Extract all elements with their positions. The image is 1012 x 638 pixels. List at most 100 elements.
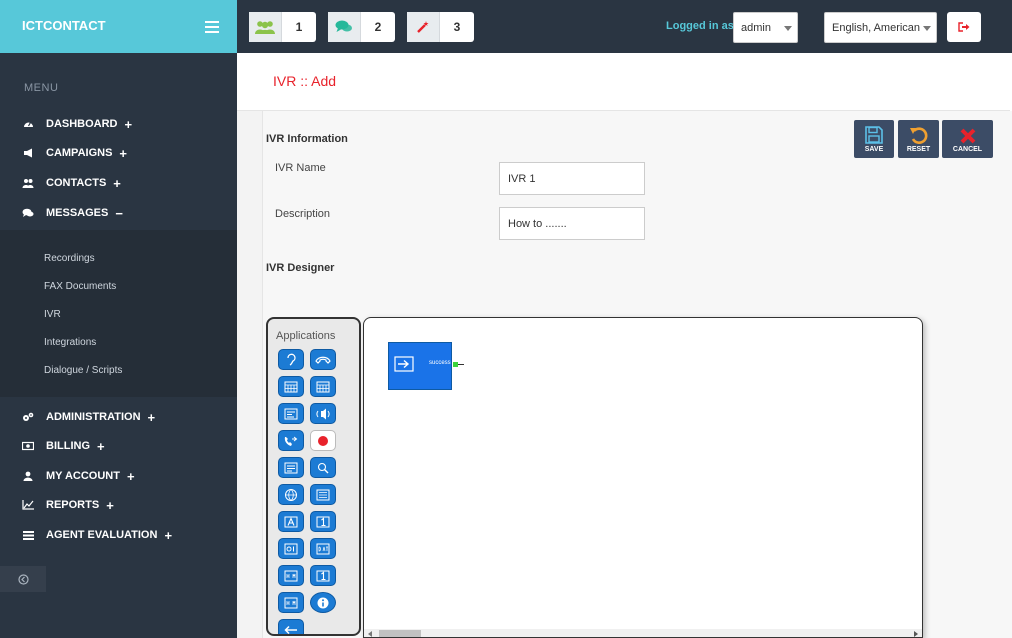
sidebar-item-my-account[interactable]: MY ACCOUNT + bbox=[22, 466, 135, 486]
logout-button[interactable] bbox=[947, 12, 981, 42]
sidebar-item-label: MESSAGES bbox=[46, 207, 109, 219]
undo-icon bbox=[909, 127, 927, 144]
sidebar-item-reports[interactable]: REPORTS + bbox=[22, 495, 114, 515]
language-select-value: English, American bbox=[832, 21, 921, 34]
canvas-horizontal-scrollbar[interactable] bbox=[364, 629, 922, 637]
back-arrow-icon[interactable] bbox=[278, 619, 304, 634]
ivr-name-input[interactable]: IVR 1 bbox=[499, 162, 645, 195]
speech-recognition-icon[interactable] bbox=[310, 457, 336, 478]
expand-icon[interactable]: + bbox=[148, 410, 156, 425]
hangup-icon[interactable] bbox=[310, 349, 336, 370]
cancel-button[interactable]: CANCEL bbox=[942, 120, 993, 158]
expand-icon[interactable]: + bbox=[119, 146, 127, 161]
circle-arrow-left-icon bbox=[17, 573, 29, 585]
top-bar: 1 2 3 Logged in as : admin English, Amer… bbox=[237, 0, 1012, 53]
page-title: IVR :: Add bbox=[273, 73, 337, 89]
calendar-grid-icon[interactable] bbox=[310, 376, 336, 397]
say-hours-icon[interactable] bbox=[278, 592, 304, 613]
expand-icon[interactable]: + bbox=[106, 498, 114, 513]
collapse-icon[interactable]: − bbox=[115, 206, 123, 221]
say-alpha-icon[interactable] bbox=[278, 511, 304, 532]
language-select[interactable]: English, American bbox=[824, 12, 937, 43]
submenu-item-dialogue-scripts[interactable]: Dialogue / Scripts bbox=[44, 365, 122, 376]
notification-count: 1 bbox=[295, 20, 303, 34]
submenu-item-recordings[interactable]: Recordings bbox=[44, 253, 95, 264]
sidebar-item-billing[interactable]: BILLING + bbox=[22, 436, 105, 456]
hamburger-menu-icon[interactable] bbox=[205, 21, 219, 33]
say-time-icon[interactable] bbox=[278, 565, 304, 586]
submenu-item-ivr[interactable]: IVR bbox=[44, 309, 61, 320]
sidebar: ICTCONTACT MENU DASHBOARD + CAMPAIGNS + … bbox=[0, 0, 237, 638]
brand-title[interactable]: ICTCONTACT bbox=[22, 18, 106, 33]
sidebar-item-contacts[interactable]: CONTACTS + bbox=[22, 173, 121, 193]
expand-icon[interactable]: + bbox=[127, 469, 135, 484]
chart-icon bbox=[22, 500, 34, 510]
sidebar-item-label: REPORTS bbox=[46, 499, 100, 511]
say-number-icon[interactable] bbox=[310, 511, 336, 532]
scroll-right-icon[interactable] bbox=[913, 631, 918, 637]
contacts-notification-button[interactable]: 1 bbox=[249, 12, 316, 42]
expand-icon[interactable]: + bbox=[164, 528, 172, 543]
applications-title: Applications bbox=[276, 330, 336, 342]
sidebar-item-label: MY ACCOUNT bbox=[46, 470, 120, 482]
playback-icon[interactable] bbox=[310, 403, 336, 424]
scroll-left-icon[interactable] bbox=[368, 631, 373, 637]
expand-icon[interactable]: + bbox=[113, 176, 121, 191]
record-icon[interactable] bbox=[310, 430, 336, 451]
section-title-ivr-designer: IVR Designer bbox=[266, 262, 335, 274]
chevron-down-icon bbox=[923, 26, 931, 31]
sidebar-item-agent-evaluation[interactable]: AGENT EVALUATION + bbox=[22, 525, 172, 545]
tasks-notification-button[interactable]: 3 bbox=[407, 12, 474, 42]
submenu-item-integrations[interactable]: Integrations bbox=[44, 337, 96, 348]
sidebar-item-label: DASHBOARD bbox=[46, 118, 118, 130]
hearing-icon[interactable] bbox=[278, 349, 304, 370]
users-icon bbox=[249, 12, 282, 42]
user-select-value: admin bbox=[741, 21, 771, 34]
sidebar-item-dashboard[interactable]: DASHBOARD + bbox=[22, 114, 132, 134]
applications-palette: Applications bbox=[266, 317, 361, 636]
section-title-ivr-information: IVR Information bbox=[266, 133, 348, 145]
text-block-icon[interactable] bbox=[278, 457, 304, 478]
say-digits-icon[interactable] bbox=[278, 538, 304, 559]
sidebar-item-label: BILLING bbox=[46, 440, 90, 452]
info-icon[interactable] bbox=[310, 592, 336, 613]
save-button[interactable]: SAVE bbox=[854, 120, 894, 158]
cogs-icon bbox=[22, 412, 34, 422]
expand-icon[interactable]: + bbox=[125, 117, 133, 132]
sidebar-item-administration[interactable]: ADMINISTRATION + bbox=[22, 407, 155, 427]
reset-label: RESET bbox=[906, 146, 931, 153]
say-date-icon[interactable] bbox=[310, 538, 336, 559]
save-label: SAVE bbox=[864, 146, 884, 153]
floppy-disk-icon bbox=[865, 126, 883, 144]
sidebar-item-campaigns[interactable]: CAMPAIGNS + bbox=[22, 143, 127, 163]
calendar-icon[interactable] bbox=[278, 376, 304, 397]
users-icon bbox=[22, 178, 34, 188]
user-select[interactable]: admin bbox=[733, 12, 798, 43]
sidebar-item-label: AGENT EVALUATION bbox=[46, 529, 158, 541]
description-input[interactable]: How to ....... bbox=[499, 207, 645, 240]
close-icon bbox=[960, 128, 975, 144]
call-forward-icon[interactable] bbox=[278, 430, 304, 451]
messages-notification-button[interactable]: 2 bbox=[328, 12, 395, 42]
expand-icon[interactable]: + bbox=[97, 439, 105, 454]
ivr-designer-canvas[interactable]: success bbox=[363, 317, 923, 638]
globe-icon[interactable] bbox=[278, 484, 304, 505]
list-icon bbox=[22, 530, 34, 540]
messages-submenu: Recordings FAX Documents IVR Integration… bbox=[0, 230, 237, 397]
description-label: Description bbox=[275, 208, 331, 220]
document-list-icon[interactable] bbox=[310, 484, 336, 505]
reset-button[interactable]: RESET bbox=[898, 120, 939, 158]
comments-icon bbox=[22, 208, 34, 218]
magic-wand-icon bbox=[407, 12, 440, 42]
collapse-sidebar-button[interactable] bbox=[0, 566, 46, 592]
say-counter-icon[interactable] bbox=[310, 565, 336, 586]
sidebar-item-messages[interactable]: MESSAGES − bbox=[22, 203, 123, 223]
menu-heading: MENU bbox=[24, 82, 59, 94]
ivr-start-node[interactable]: success bbox=[388, 342, 464, 390]
form-icon[interactable] bbox=[278, 403, 304, 424]
bullhorn-icon bbox=[22, 148, 34, 158]
submenu-item-fax-documents[interactable]: FAX Documents bbox=[44, 281, 116, 292]
entry-arrow-icon bbox=[394, 356, 414, 372]
scrollbar-thumb[interactable] bbox=[379, 630, 421, 637]
chevron-down-icon bbox=[784, 26, 792, 31]
